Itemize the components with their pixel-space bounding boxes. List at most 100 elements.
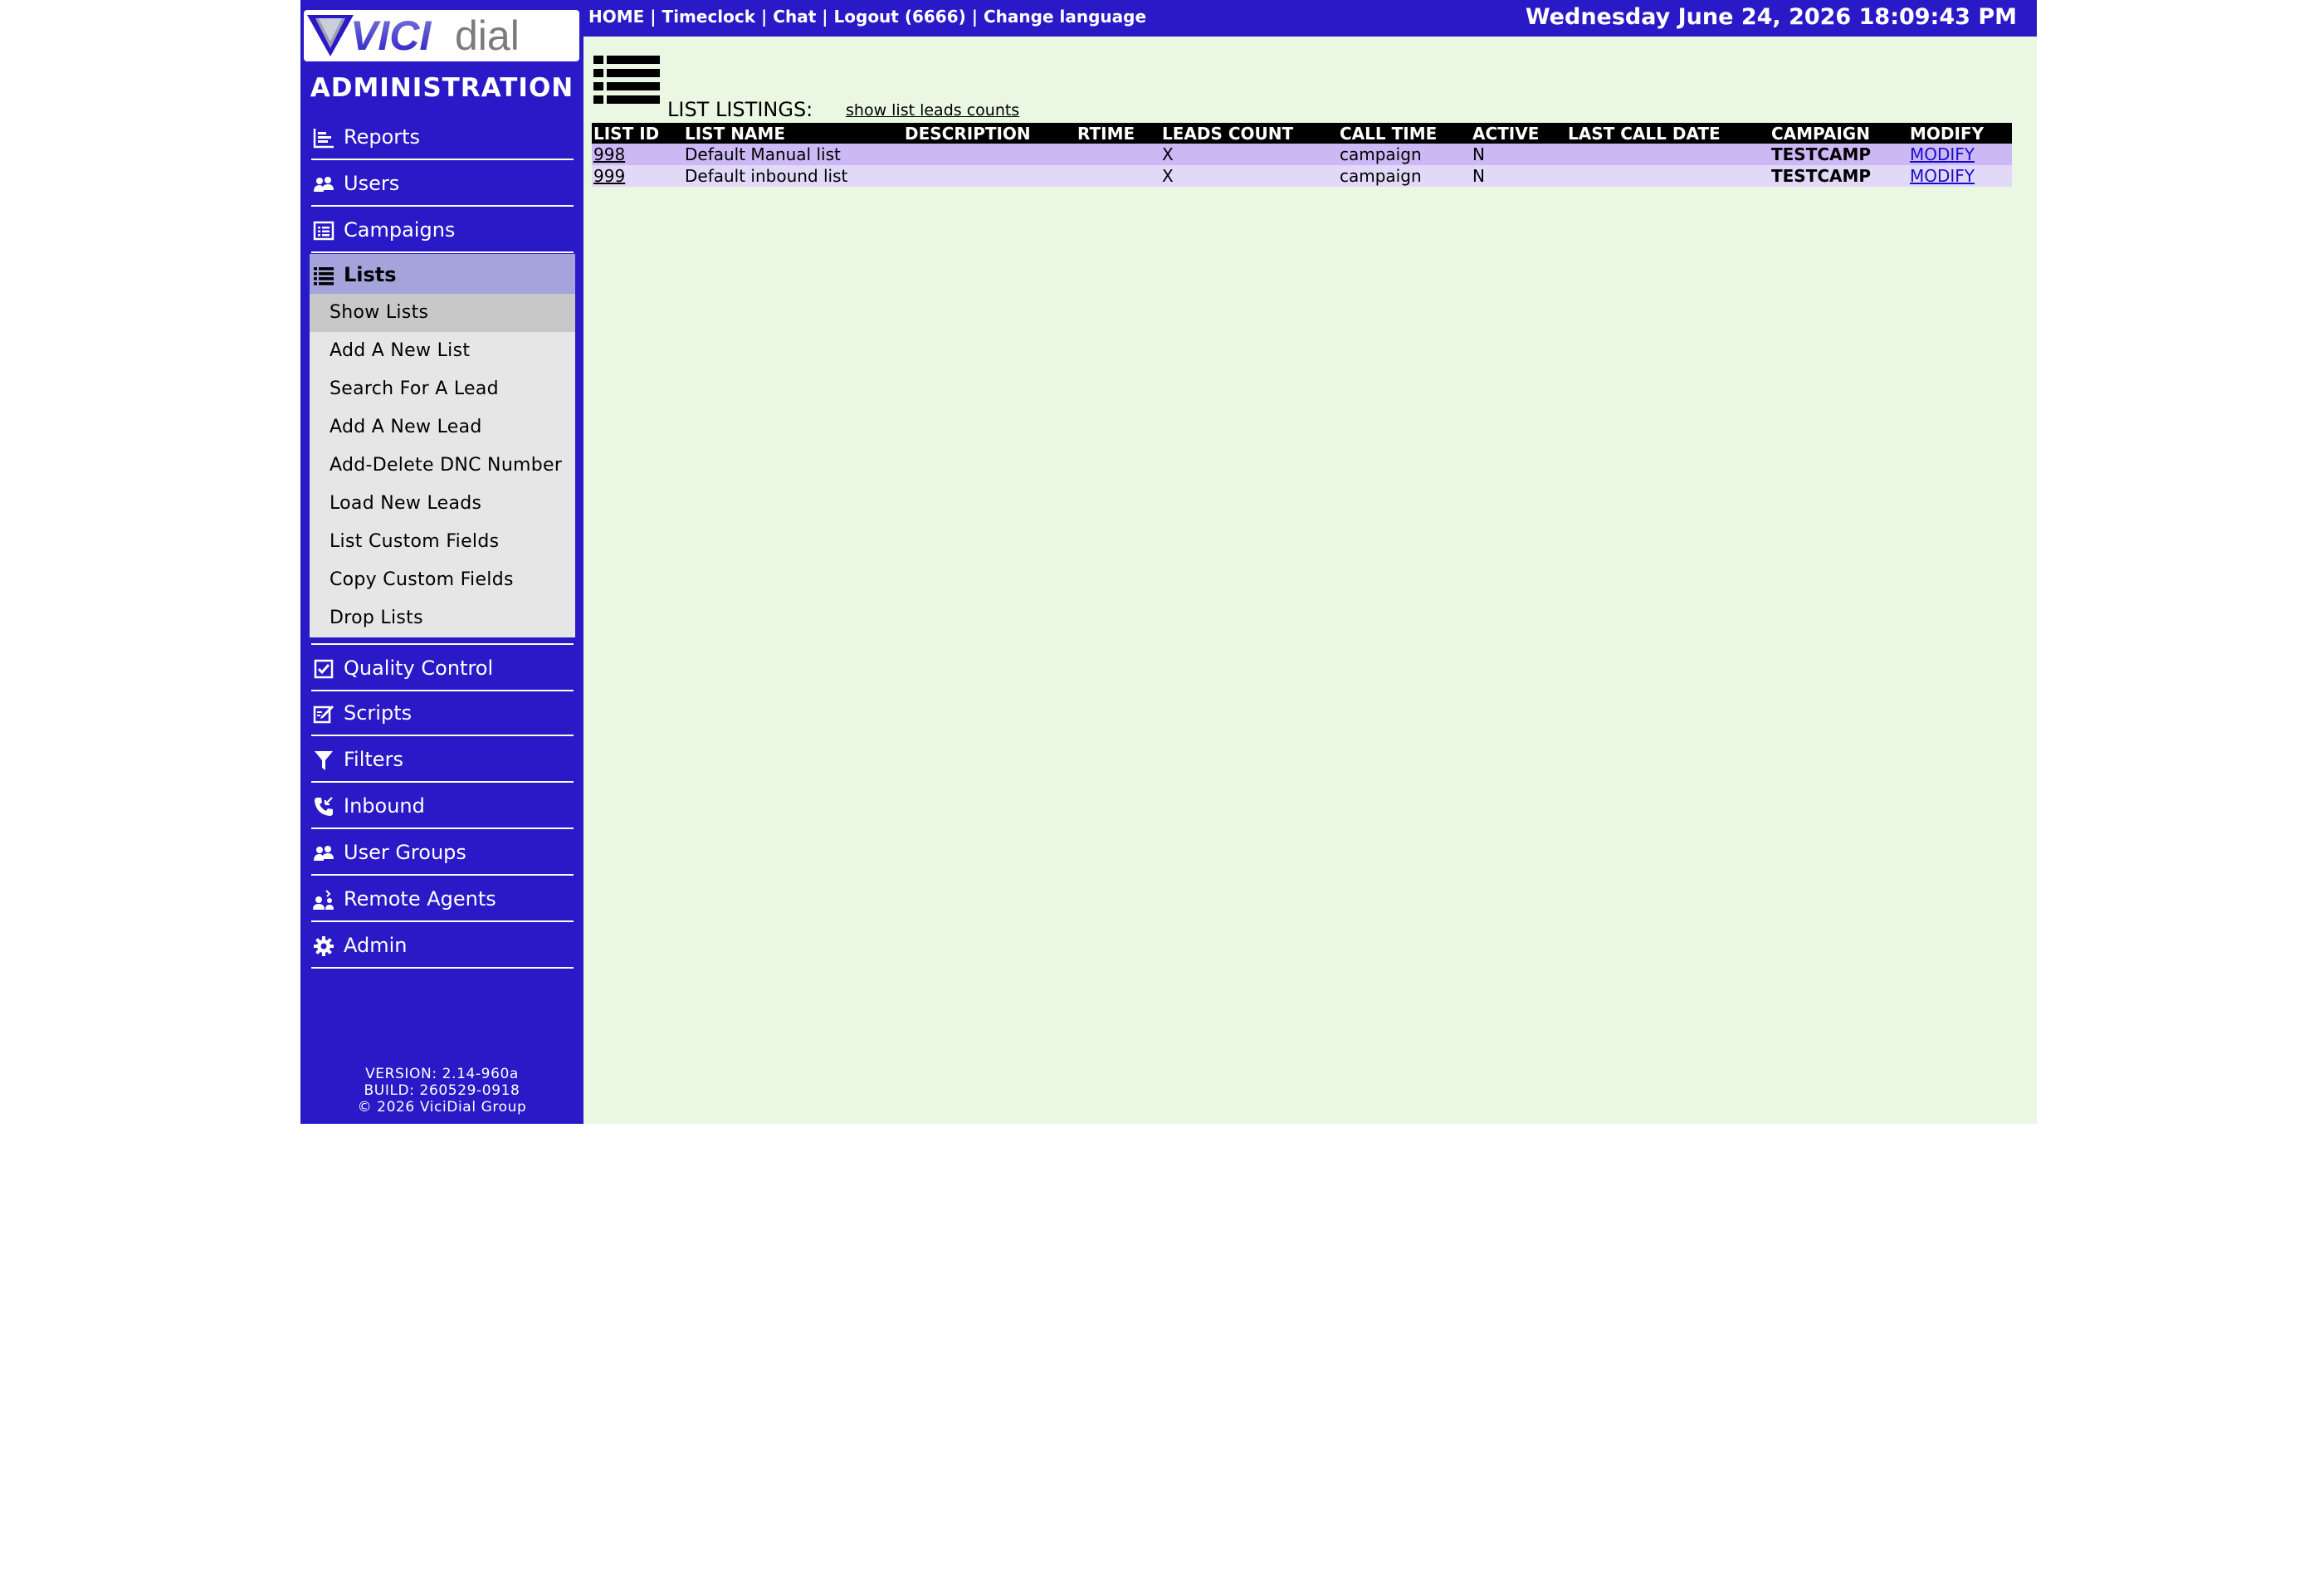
vicidial-admin-app: VICI dial ADMINISTRATION Reports Users C… xyxy=(300,0,2037,1124)
logout-link[interactable]: Logout (6666) xyxy=(834,7,966,27)
col-list-name: LIST NAME xyxy=(683,123,903,144)
vicidial-logo[interactable]: VICI dial xyxy=(304,10,579,61)
description xyxy=(903,144,1076,165)
timeclock-link[interactable]: Timeclock xyxy=(662,7,756,27)
col-modify: MODIFY xyxy=(1908,123,2012,144)
current-datetime: Wednesday June 24, 2026 18:09:43 PM xyxy=(1525,4,2017,30)
leads-count: X xyxy=(1160,144,1338,165)
submenu-add-delete-dnc-label: Add-Delete DNC Number xyxy=(330,455,563,476)
submenu-show-lists[interactable]: Show Lists xyxy=(310,294,575,332)
nav-scripts[interactable]: Scripts xyxy=(311,690,574,736)
lists-section-icon xyxy=(593,54,660,112)
submenu-list-custom-fields[interactable]: List Custom Fields xyxy=(310,523,575,561)
nav-reports-label: Reports xyxy=(344,125,421,149)
col-rtime: RTIME xyxy=(1076,123,1160,144)
filter-icon xyxy=(313,749,334,771)
nav-reports[interactable]: Reports xyxy=(311,114,574,160)
sidebar: VICI dial ADMINISTRATION Reports Users C… xyxy=(300,0,583,1124)
nav-user-groups[interactable]: User Groups xyxy=(311,829,574,876)
table-header-row: LIST ID LIST NAME DESCRIPTION RTIME LEAD… xyxy=(592,123,2012,144)
last-call-date xyxy=(1566,144,1770,165)
main-content: LIST LISTINGS: show list leads counts LI… xyxy=(583,37,2037,1124)
gear-icon xyxy=(313,935,334,957)
nav-campaigns-label: Campaigns xyxy=(344,218,456,242)
nav-admin-label: Admin xyxy=(344,934,408,957)
submenu-drop-lists[interactable]: Drop Lists xyxy=(310,599,575,637)
show-list-leads-counts-link[interactable]: show list leads counts xyxy=(846,101,1019,120)
nav-quality-control-label: Quality Control xyxy=(344,657,494,680)
edit-icon xyxy=(313,703,334,725)
list-name: Default inbound list xyxy=(683,165,903,187)
nav-user-groups-label: User Groups xyxy=(344,841,466,864)
nav-remote-agents[interactable]: Remote Agents xyxy=(311,876,574,922)
list-listings-title: LIST LISTINGS: xyxy=(667,98,813,121)
change-language-link[interactable]: Change language xyxy=(984,7,1146,27)
col-last-call-date: LAST CALL DATE xyxy=(1566,123,1770,144)
submenu-add-delete-dnc[interactable]: Add-Delete DNC Number xyxy=(310,447,575,485)
checkbox-icon xyxy=(313,658,334,680)
submenu-add-new-list-label: Add A New List xyxy=(330,340,471,361)
table-row: 998 Default Manual list X campaign N TES… xyxy=(592,144,2012,165)
leads-count: X xyxy=(1160,165,1338,187)
col-leads-count: LEADS COUNT xyxy=(1160,123,1338,144)
submenu-add-new-lead[interactable]: Add A New Lead xyxy=(310,408,575,447)
users-icon xyxy=(313,173,334,195)
svg-text:dial: dial xyxy=(455,12,520,59)
top-nav-links: HOME | Timeclock | Chat | Logout (6666) … xyxy=(588,7,1146,27)
submenu-search-lead-label: Search For A Lead xyxy=(330,378,499,399)
table-row: 999 Default inbound list X campaign N TE… xyxy=(592,165,2012,187)
bar-chart-icon xyxy=(313,127,334,149)
submenu-list-custom-fields-label: List Custom Fields xyxy=(330,531,500,552)
rtime xyxy=(1076,165,1160,187)
version-line: VERSION: 2.14-960a xyxy=(365,1066,519,1082)
call-time: campaign xyxy=(1338,165,1471,187)
modify-link[interactable]: MODIFY xyxy=(1910,144,1975,164)
nav-lists[interactable]: Lists xyxy=(310,254,575,294)
top-bar: HOME | Timeclock | Chat | Logout (6666) … xyxy=(583,0,2037,37)
nav-users-label: Users xyxy=(344,172,400,195)
active-flag: N xyxy=(1471,144,1566,165)
build-line: BUILD: 260529-0918 xyxy=(364,1082,520,1099)
submenu-drop-lists-label: Drop Lists xyxy=(330,608,423,628)
link-separator: | xyxy=(644,7,662,27)
submenu-load-new-leads[interactable]: Load New Leads xyxy=(310,485,575,523)
remote-agent-icon xyxy=(313,889,334,911)
user-groups-icon xyxy=(313,842,334,864)
list-name: Default Manual list xyxy=(683,144,903,165)
campaign-name: TESTCAMP xyxy=(1770,165,1908,187)
campaign-name: TESTCAMP xyxy=(1770,144,1908,165)
submenu-copy-custom-fields[interactable]: Copy Custom Fields xyxy=(310,561,575,599)
copyright-line: © 2026 ViciDial Group xyxy=(357,1099,527,1116)
nav-filters-label: Filters xyxy=(344,748,403,771)
modify-link[interactable]: MODIFY xyxy=(1910,166,1975,186)
nav-users[interactable]: Users xyxy=(311,160,574,207)
col-description: DESCRIPTION xyxy=(903,123,1076,144)
nav-inbound[interactable]: Inbound xyxy=(311,783,574,829)
col-campaign: CAMPAIGN xyxy=(1770,123,1908,144)
nav-admin[interactable]: Admin xyxy=(311,922,574,969)
col-active: ACTIVE xyxy=(1471,123,1566,144)
lists-table: LIST ID LIST NAME DESCRIPTION RTIME LEAD… xyxy=(592,123,2012,187)
chat-link[interactable]: Chat xyxy=(773,7,816,27)
submenu-add-new-list[interactable]: Add A New List xyxy=(310,332,575,370)
submenu-add-new-lead-label: Add A New Lead xyxy=(330,417,482,437)
last-call-date xyxy=(1566,165,1770,187)
list-box-icon xyxy=(313,220,334,242)
col-call-time: CALL TIME xyxy=(1338,123,1471,144)
list-id-link[interactable]: 999 xyxy=(593,166,625,186)
home-link[interactable]: HOME xyxy=(588,7,644,27)
nav-remote-agents-label: Remote Agents xyxy=(344,887,496,911)
submenu-copy-custom-fields-label: Copy Custom Fields xyxy=(330,569,514,590)
nav-campaigns[interactable]: Campaigns xyxy=(311,207,574,253)
submenu-search-lead[interactable]: Search For A Lead xyxy=(310,370,575,408)
nav-filters[interactable]: Filters xyxy=(311,736,574,783)
link-separator: | xyxy=(816,7,834,27)
rtime xyxy=(1076,144,1160,165)
col-list-id: LIST ID xyxy=(592,123,683,144)
svg-text:VICI: VICI xyxy=(350,12,432,59)
active-flag: N xyxy=(1471,165,1566,187)
nav-lists-label: Lists xyxy=(344,263,397,286)
list-id-link[interactable]: 998 xyxy=(593,144,625,164)
nav-quality-control[interactable]: Quality Control xyxy=(311,643,574,691)
link-separator: | xyxy=(755,7,774,27)
